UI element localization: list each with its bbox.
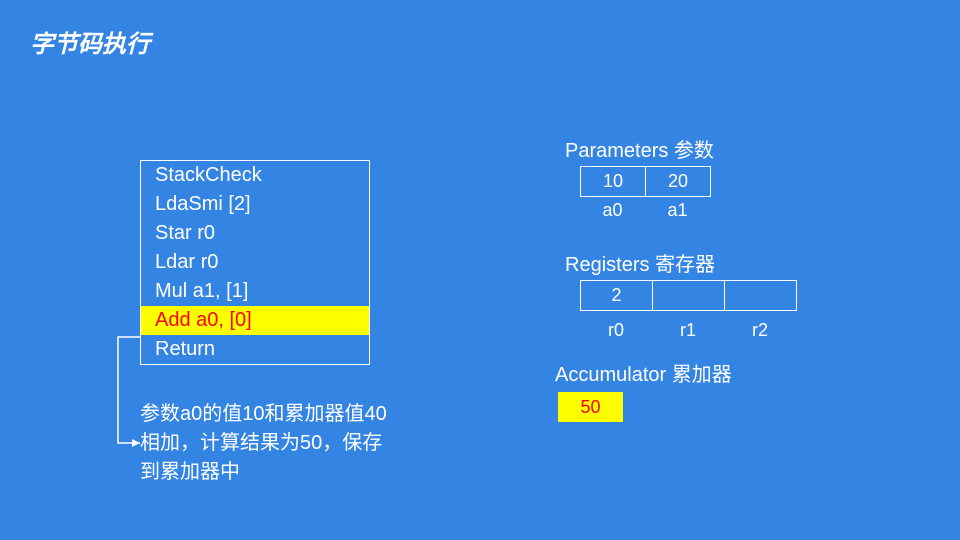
instr-0: StackCheck — [141, 161, 369, 190]
registers-names: r0 r1 r2 — [580, 320, 796, 341]
param-value-0: 10 — [581, 167, 646, 197]
instr-2: Star r0 — [141, 219, 369, 248]
bytecode-listing: StackCheck LdaSmi [2] Star r0 Ldar r0 Mu… — [140, 160, 370, 365]
reg-value-0: 2 — [581, 281, 653, 311]
page-title: 字节码执行 — [30, 24, 150, 59]
params-label: Parameters 参数 — [565, 134, 714, 163]
instr-6: Return — [141, 335, 369, 364]
instr-5-highlight: Add a0, [0] — [141, 306, 369, 335]
reg-name-2: r2 — [724, 320, 796, 341]
callout-connector — [110, 337, 140, 450]
instr-3: Ldar r0 — [141, 248, 369, 277]
registers-label: Registers 寄存器 — [565, 248, 715, 277]
param-name-0: a0 — [580, 200, 645, 221]
callout-text: 参数a0的值10和累加器值40相加，计算结果为50，保存到累加器中 — [140, 400, 390, 487]
param-value-1: 20 — [646, 167, 711, 197]
registers-table: 2 — [580, 280, 797, 311]
reg-value-2 — [725, 281, 797, 311]
accumulator-value: 50 — [558, 392, 623, 422]
accumulator-label: Accumulator 累加器 — [555, 358, 732, 387]
instr-1: LdaSmi [2] — [141, 190, 369, 219]
instr-4: Mul a1, [1] — [141, 277, 369, 306]
param-name-1: a1 — [645, 200, 710, 221]
params-names: a0 a1 — [580, 200, 710, 221]
reg-name-0: r0 — [580, 320, 652, 341]
reg-name-1: r1 — [652, 320, 724, 341]
reg-value-1 — [653, 281, 725, 311]
params-table: 10 20 — [580, 166, 711, 197]
